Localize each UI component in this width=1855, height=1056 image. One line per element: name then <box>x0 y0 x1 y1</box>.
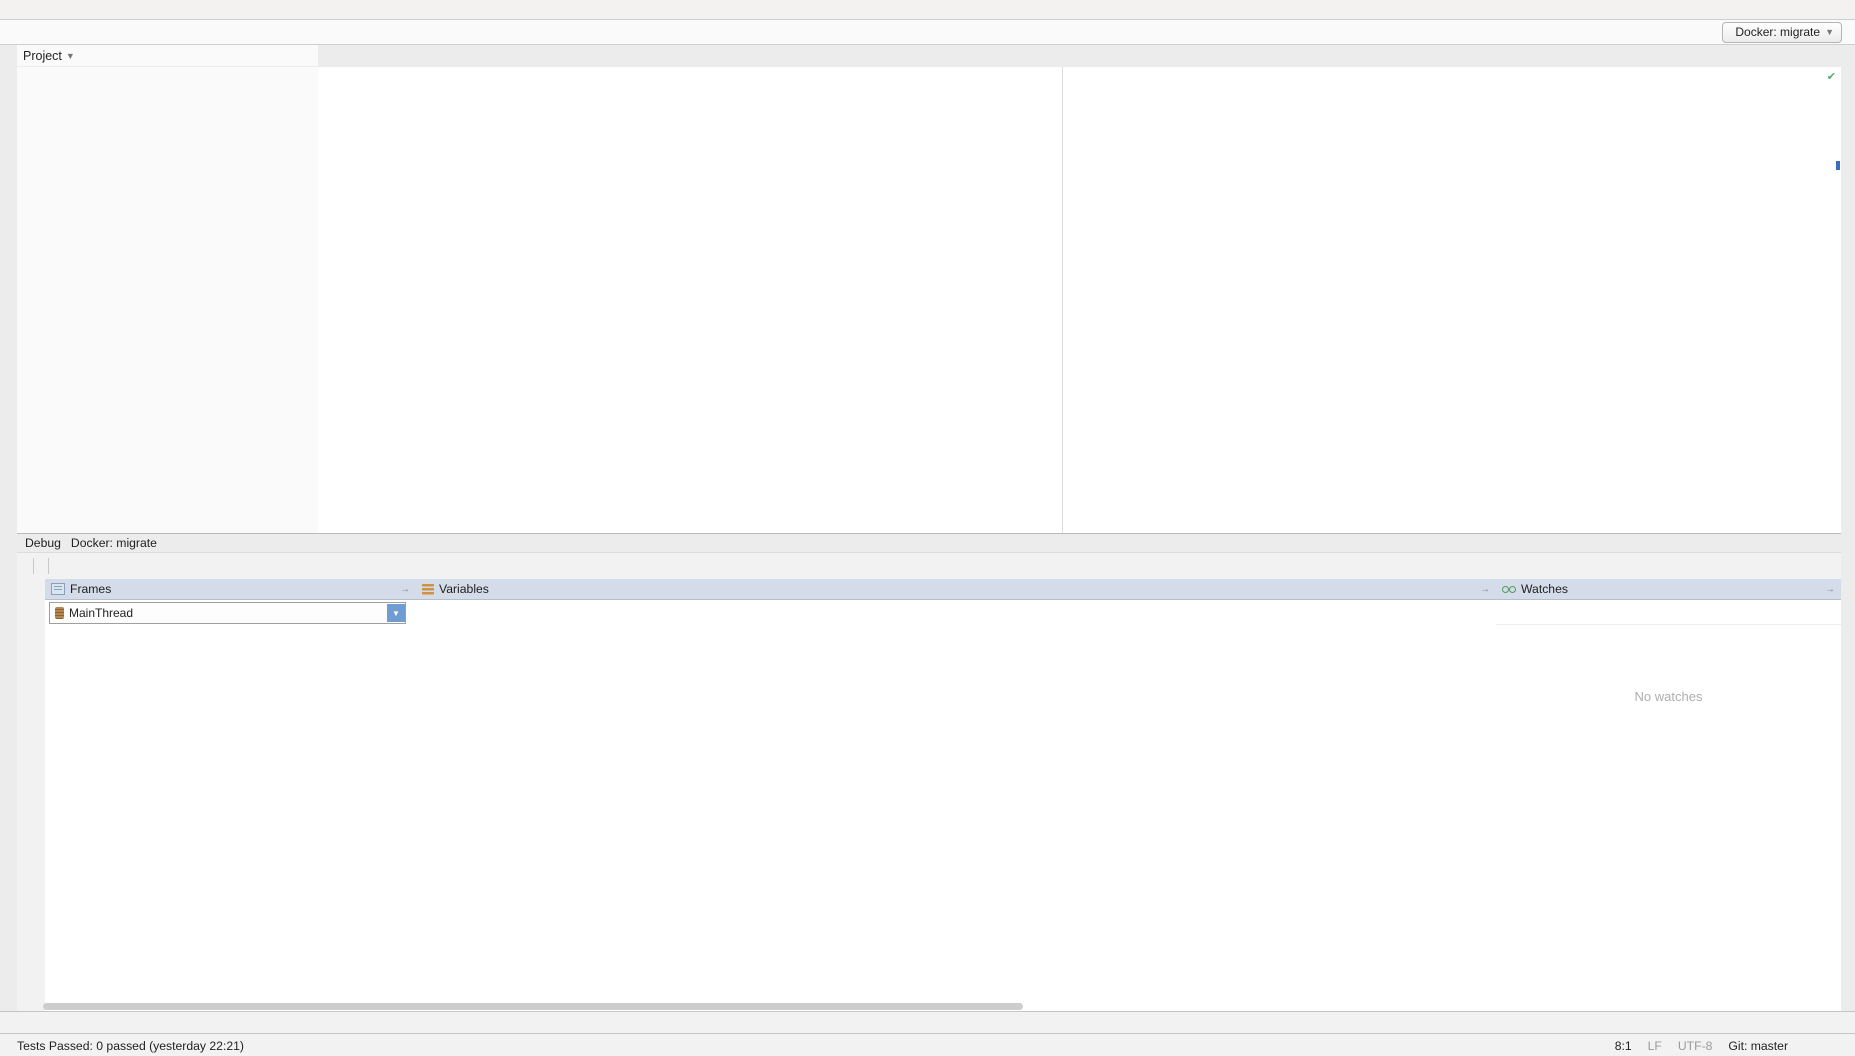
caret-position[interactable]: 8:1 <box>1615 1039 1632 1053</box>
right-tool-strip <box>1840 45 1855 1011</box>
thread-select[interactable]: MainThread ▼ <box>49 602 406 624</box>
project-panel: Project ▼ <box>17 45 319 533</box>
debug-toolbar <box>17 553 1841 580</box>
variables-icon <box>422 584 434 595</box>
debug-run-config-label: Docker: migrate <box>71 536 157 550</box>
debug-left-toolbar <box>17 579 46 1012</box>
chevron-down-icon[interactable]: ▼ <box>387 604 405 622</box>
vcs-branch-widget[interactable]: Git: master <box>1728 1039 1791 1053</box>
tool-window-bar <box>0 1011 1855 1033</box>
left-tool-strip <box>0 45 18 1011</box>
run-configuration-select[interactable]: Docker: migrate ▼ <box>1722 22 1842 43</box>
encoding-indicator[interactable]: UTF-8 <box>1678 1039 1713 1053</box>
watches-panel-header: Watches → <box>1496 579 1841 600</box>
chevron-down-icon[interactable]: ▼ <box>66 51 75 61</box>
run-toolbar: Docker: migrate ▼ <box>1722 22 1847 43</box>
project-panel-title[interactable]: Project <box>23 49 62 63</box>
editor: ✔ <box>318 45 1841 533</box>
frames-panel-title: Frames <box>70 582 111 596</box>
thread-icon <box>55 607 64 619</box>
ide-window: Docker: migrate ▼ Project ▼ ✔ Debug <box>0 0 1855 1056</box>
frames-panel: Frames → MainThread ▼ <box>45 579 417 1012</box>
menu-bar <box>0 0 1855 20</box>
navigation-bar: Docker: migrate ▼ <box>0 20 1855 45</box>
panel-menu-icon[interactable]: → <box>400 584 410 595</box>
chevron-down-icon: ▼ <box>1825 27 1834 37</box>
right-margin-guide <box>1062 67 1063 533</box>
panel-menu-icon[interactable]: → <box>1825 584 1835 595</box>
variables-panel-title: Variables <box>439 582 489 596</box>
editor-tab-bar <box>318 45 1841 68</box>
debug-title-bar: Debug Docker: migrate <box>17 534 1841 553</box>
frames-panel-header: Frames → <box>45 579 416 600</box>
variables-panel-header: Variables → <box>416 579 1496 600</box>
thread-label: MainThread <box>69 606 133 620</box>
code-area[interactable]: ✔ <box>318 67 1841 533</box>
watches-icon <box>1502 584 1516 594</box>
status-message[interactable]: Tests Passed: 0 passed (yesterday 22:21) <box>17 1039 244 1053</box>
watches-panel: Watches → No watches <box>1496 579 1841 1012</box>
watches-empty-text: No watches <box>1496 689 1841 704</box>
variables-panel: Variables → <box>416 579 1497 1012</box>
watches-toolbar <box>1496 600 1841 625</box>
debug-tool-window: Debug Docker: migrate Frames → <box>17 533 1841 1012</box>
debug-content: Frames → MainThread ▼ Variables <box>17 579 1841 1012</box>
watches-panel-title: Watches <box>1521 582 1568 596</box>
run-configuration-label: Docker: migrate <box>1735 25 1820 39</box>
thread-selector-row: MainThread ▼ <box>45 600 416 626</box>
project-panel-header: Project ▼ <box>17 45 318 67</box>
vcs-branch-label: Git: master <box>1728 1039 1788 1053</box>
line-separator-indicator[interactable]: LF <box>1648 1039 1662 1053</box>
frames-icon <box>51 583 65 595</box>
horizontal-scrollbar[interactable] <box>43 1003 1023 1010</box>
error-stripe-mark[interactable] <box>1836 161 1840 170</box>
panel-menu-icon[interactable]: → <box>1480 584 1490 595</box>
status-bar: Tests Passed: 0 passed (yesterday 22:21)… <box>0 1033 1855 1056</box>
debug-window-title: Debug <box>25 536 61 550</box>
inspection-ok-icon[interactable]: ✔ <box>1827 70 1836 83</box>
